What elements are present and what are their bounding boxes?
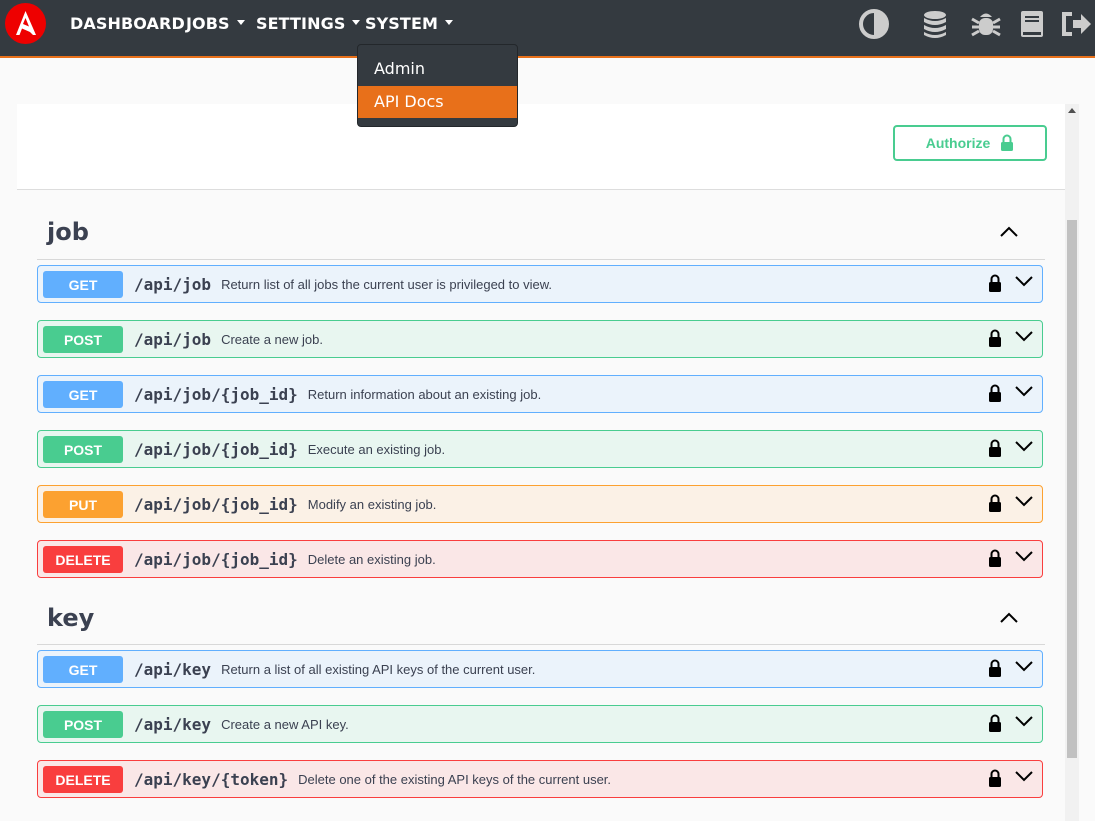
lock-icon[interactable] bbox=[988, 713, 1002, 733]
lock-icon[interactable] bbox=[988, 273, 1002, 293]
operation-path: /api/job/{job_id} Return information abou… bbox=[134, 385, 541, 404]
nav-system-label: SYSTEM bbox=[365, 14, 438, 33]
operation-path-text: /api/key bbox=[134, 660, 212, 679]
nav-dashboard-label: DASHBOARD bbox=[70, 14, 185, 33]
operation-path: /api/job/{job_id} Execute an existing job… bbox=[134, 440, 445, 459]
system-dropdown-menu: Admin API Docs bbox=[357, 44, 518, 127]
operation-row[interactable]: GET /api/job/{job_id} Return information … bbox=[37, 375, 1043, 413]
operation-summary: Delete one of the existing API keys of t… bbox=[298, 772, 612, 787]
lock-icon[interactable] bbox=[988, 658, 1002, 678]
database-icon[interactable] bbox=[919, 6, 955, 42]
operation-summary: Modify an existing job. bbox=[307, 497, 437, 512]
nav-settings[interactable]: SETTINGS bbox=[256, 14, 361, 33]
scroll-up-arrow-icon[interactable] bbox=[1068, 108, 1076, 113]
chevron-down-icon[interactable] bbox=[1014, 384, 1034, 398]
swagger-header: Authorize bbox=[17, 104, 1065, 190]
authorize-button[interactable]: Authorize bbox=[893, 125, 1047, 161]
operation-summary: Return information about an existing job… bbox=[307, 387, 542, 402]
operation-summary: Return list of all jobs the current user… bbox=[221, 277, 552, 292]
lock-icon[interactable] bbox=[988, 328, 1002, 348]
chevron-down-icon[interactable] bbox=[1014, 659, 1034, 673]
operation-row[interactable]: GET /api/job Return list of all jobs the … bbox=[37, 265, 1043, 303]
operation-row[interactable]: DELETE /api/job/{job_id} Delete an existi… bbox=[37, 540, 1043, 578]
operation-path: /api/key Create a new API key. bbox=[134, 715, 349, 734]
chevron-down-icon[interactable] bbox=[1014, 439, 1034, 453]
method-badge: DELETE bbox=[43, 766, 123, 793]
caret-down-icon bbox=[445, 20, 453, 25]
operation-path-text: /api/job/{job_id} bbox=[134, 385, 298, 404]
operation-path: /api/key Return a list of all existing AP… bbox=[134, 660, 535, 679]
nav-settings-label: SETTINGS bbox=[256, 14, 346, 33]
chevron-down-icon[interactable] bbox=[1014, 494, 1034, 508]
operation-summary: Create a new API key. bbox=[221, 717, 349, 732]
chevron-down-icon[interactable] bbox=[1014, 714, 1034, 728]
operation-path-text: /api/key/{token} bbox=[134, 770, 289, 789]
method-badge: GET bbox=[43, 656, 123, 683]
chevron-down-icon[interactable] bbox=[1014, 769, 1034, 783]
operation-path-text: /api/job/{job_id} bbox=[134, 550, 298, 569]
operation-row[interactable]: PUT /api/job/{job_id} Modify an existing … bbox=[37, 485, 1043, 523]
operation-path: /api/job Create a new job. bbox=[134, 330, 323, 349]
nav-system[interactable]: SYSTEM bbox=[365, 14, 453, 33]
method-badge: PUT bbox=[43, 491, 123, 518]
operation-path-text: /api/job/{job_id} bbox=[134, 495, 298, 514]
method-badge: GET bbox=[43, 271, 123, 298]
section-title-key[interactable]: key bbox=[47, 604, 94, 632]
chevron-down-icon[interactable] bbox=[1014, 549, 1034, 563]
ansible-logo-icon bbox=[16, 11, 36, 35]
lock-icon[interactable] bbox=[988, 493, 1002, 513]
operation-path-text: /api/key bbox=[134, 715, 212, 734]
caret-down-icon bbox=[352, 20, 361, 25]
operation-summary: Create a new job. bbox=[221, 332, 323, 347]
method-badge: POST bbox=[43, 711, 123, 738]
operation-row[interactable]: POST /api/key Create a new API key. bbox=[37, 705, 1043, 743]
operation-row[interactable]: DELETE /api/key/{token} Delete one of the… bbox=[37, 760, 1043, 798]
lock-icon[interactable] bbox=[988, 768, 1002, 788]
chevron-up-icon[interactable] bbox=[999, 225, 1019, 239]
nav-dashboard[interactable]: DASHBOARD bbox=[70, 14, 185, 33]
nav-jobs-label: JOBS bbox=[186, 14, 230, 33]
vertical-scrollbar[interactable] bbox=[1065, 104, 1079, 821]
section-divider bbox=[37, 259, 1045, 260]
chevron-down-icon[interactable] bbox=[1014, 274, 1034, 288]
operation-row[interactable]: POST /api/job Create a new job. bbox=[37, 320, 1043, 358]
bug-icon[interactable] bbox=[968, 6, 1004, 42]
scrollbar-thumb[interactable] bbox=[1067, 220, 1077, 758]
swagger-content: Authorize job GET /api/job Return list of… bbox=[17, 104, 1065, 821]
method-badge: POST bbox=[43, 326, 123, 353]
nav-jobs[interactable]: JOBS bbox=[186, 14, 245, 33]
operation-path-text: /api/job bbox=[134, 275, 212, 294]
method-badge: DELETE bbox=[43, 546, 123, 573]
operation-path: /api/job/{job_id} Delete an existing job. bbox=[134, 550, 436, 569]
lock-icon[interactable] bbox=[988, 548, 1002, 568]
caret-down-icon bbox=[236, 20, 245, 25]
contrast-icon[interactable] bbox=[856, 6, 892, 42]
operation-row[interactable]: GET /api/key Return a list of all existin… bbox=[37, 650, 1043, 688]
section-title-job[interactable]: job bbox=[47, 218, 89, 246]
logo[interactable] bbox=[5, 3, 46, 44]
section-divider bbox=[37, 644, 1045, 645]
operation-path: /api/job Return list of all jobs the curr… bbox=[134, 275, 552, 294]
operation-summary: Execute an existing job. bbox=[307, 442, 446, 457]
navbar: DASHBOARD JOBS SETTINGS SYSTEM bbox=[0, 0, 1095, 58]
chevron-down-icon[interactable] bbox=[1014, 329, 1034, 343]
chevron-up-icon[interactable] bbox=[999, 611, 1019, 625]
lock-open-icon bbox=[1001, 134, 1014, 151]
lock-icon[interactable] bbox=[988, 438, 1002, 458]
operation-path-text: /api/job/{job_id} bbox=[134, 440, 298, 459]
operation-path: /api/job/{job_id} Modify an existing job. bbox=[134, 495, 436, 514]
operation-path-text: /api/job bbox=[134, 330, 212, 349]
method-badge: GET bbox=[43, 381, 123, 408]
method-badge: POST bbox=[43, 436, 123, 463]
operation-path: /api/key/{token} Delete one of the existi… bbox=[134, 770, 611, 789]
operation-summary: Return a list of all existing API keys o… bbox=[221, 662, 536, 677]
authorize-label: Authorize bbox=[925, 135, 991, 151]
operation-row[interactable]: POST /api/job/{job_id} Execute an existin… bbox=[37, 430, 1043, 468]
lock-icon[interactable] bbox=[988, 383, 1002, 403]
operation-summary: Delete an existing job. bbox=[307, 552, 436, 567]
book-icon[interactable] bbox=[1014, 6, 1050, 42]
menu-item-api-docs[interactable]: API Docs bbox=[358, 86, 517, 118]
logout-icon[interactable] bbox=[1059, 6, 1095, 42]
menu-item-admin[interactable]: Admin bbox=[358, 53, 517, 85]
